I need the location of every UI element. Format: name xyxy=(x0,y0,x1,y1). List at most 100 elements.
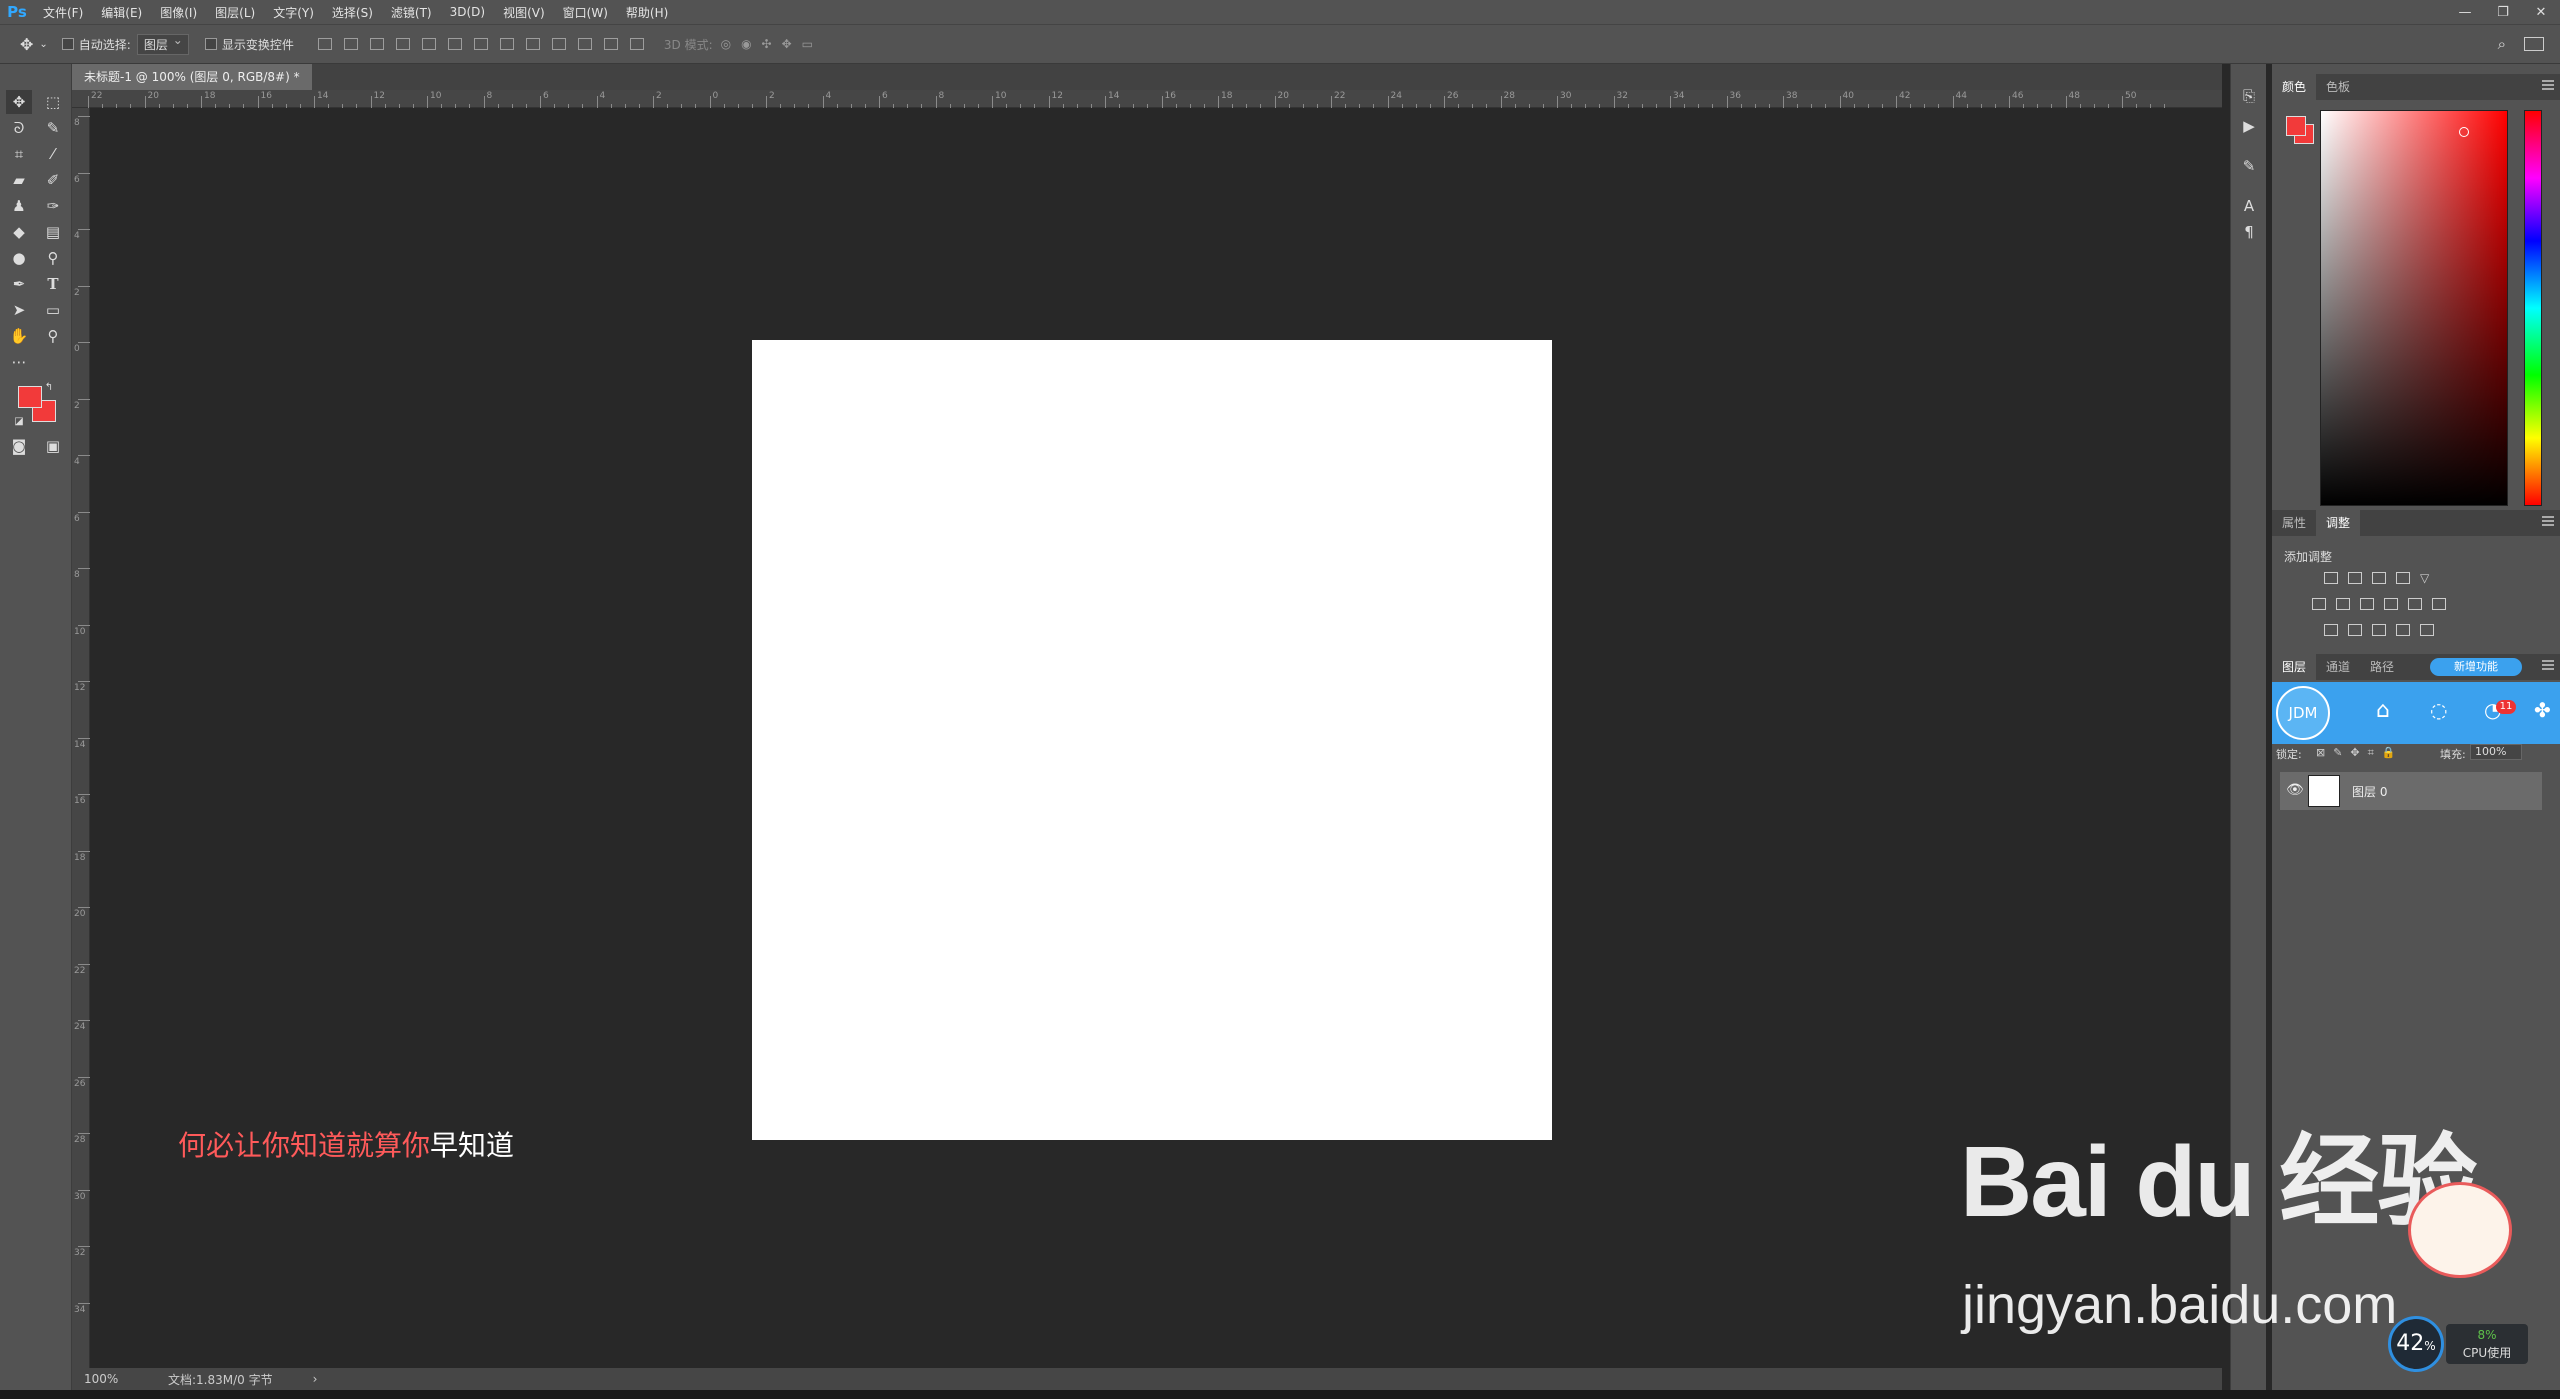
workspace-icon[interactable] xyxy=(2524,37,2544,51)
quick-mask-icon[interactable]: ◙ xyxy=(6,434,32,458)
brush-tool-icon[interactable]: ✐ xyxy=(40,168,66,192)
photo-filter-icon[interactable] xyxy=(2384,598,2398,610)
close-button[interactable]: ✕ xyxy=(2522,0,2560,24)
hand-tool-icon[interactable]: ✋ xyxy=(6,324,32,348)
status-menu-arrow[interactable]: › xyxy=(313,1372,318,1386)
home-icon[interactable]: ⌂ xyxy=(2376,698,2390,723)
menu-view[interactable]: 视图(V) xyxy=(494,4,554,21)
blur-tool-icon[interactable]: ● xyxy=(6,246,32,270)
menu-file[interactable]: 文件(F) xyxy=(34,4,92,21)
restore-button[interactable]: ❐ xyxy=(2484,0,2522,24)
fill-input[interactable]: 100% xyxy=(2470,744,2522,760)
auto-select-dropdown[interactable]: 图层 xyxy=(136,33,189,55)
distribute-top-icon[interactable] xyxy=(473,38,488,50)
brightness-contrast-icon[interactable] xyxy=(2324,572,2338,584)
jdm-avatar[interactable]: JDM xyxy=(2276,686,2330,740)
healing-brush-tool-icon[interactable]: ▰ xyxy=(6,168,32,192)
dodge-tool-icon[interactable]: ⚲ xyxy=(40,246,66,270)
tab-color[interactable]: 颜色 xyxy=(2272,74,2317,100)
type-tool-icon[interactable]: T xyxy=(40,272,66,296)
levels-icon[interactable] xyxy=(2348,572,2362,584)
layer-row[interactable]: 👁 图层 0 xyxy=(2280,772,2542,810)
menu-edit[interactable]: 编辑(E) xyxy=(92,4,151,21)
black-white-icon[interactable] xyxy=(2360,598,2374,610)
rectangle-tool-icon[interactable]: ▭ xyxy=(40,298,66,322)
document-tab[interactable]: 未标题-1 @ 100% (图层 0, RGB/8#) * × xyxy=(72,64,312,110)
align-right-icon[interactable] xyxy=(447,38,462,50)
align-top-icon[interactable] xyxy=(317,38,332,50)
distribute-right-icon[interactable] xyxy=(603,38,618,50)
channel-mixer-icon[interactable] xyxy=(2408,598,2422,610)
tab-properties[interactable]: 属性 xyxy=(2272,510,2316,536)
menu-filter[interactable]: 滤镜(T) xyxy=(382,4,441,21)
panel-menu-icon[interactable] xyxy=(2542,516,2554,518)
gradient-tool-icon[interactable]: ▤ xyxy=(40,220,66,244)
path-select-tool-icon[interactable]: ➤ xyxy=(6,298,32,322)
menu-image[interactable]: 图像(I) xyxy=(151,4,206,21)
gradient-map-icon[interactable] xyxy=(2420,624,2434,636)
tab-layers[interactable]: 图层 xyxy=(2272,654,2317,680)
marquee-tool-icon[interactable]: ⬚ xyxy=(40,90,66,114)
paragraph-panel-icon[interactable]: ¶ xyxy=(2236,220,2262,244)
screen-mode-icon[interactable]: ▣ xyxy=(40,434,66,458)
new-feature-button[interactable]: 新增功能 xyxy=(2430,658,2522,676)
menu-help[interactable]: 帮助(H) xyxy=(617,4,677,21)
quick-select-tool-icon[interactable]: ✎ xyxy=(40,116,66,140)
pen-tool-icon[interactable]: ✒ xyxy=(6,272,32,296)
lasso-tool-icon[interactable]: ᘐ xyxy=(6,116,32,140)
lock-icons[interactable]: ⊠✎✥⌗🔒 xyxy=(2316,746,2404,760)
color-panel-foreground-swatch[interactable] xyxy=(2286,116,2306,136)
zoom-level[interactable]: 100% xyxy=(84,1372,154,1386)
menu-layer[interactable]: 图层(L) xyxy=(206,4,264,21)
align-hcenter-icon[interactable] xyxy=(421,38,436,50)
posterize-icon[interactable] xyxy=(2348,624,2362,636)
hue-slider[interactable] xyxy=(2524,110,2542,506)
tool-preset-dropdown[interactable]: ⌄ xyxy=(39,39,47,50)
tab-channels[interactable]: 通道 xyxy=(2316,654,2360,680)
zoom-tool-icon[interactable]: ⚲ xyxy=(40,324,66,348)
more-tools-icon[interactable]: ⋯ xyxy=(6,350,32,374)
actions-panel-icon[interactable]: ▶ xyxy=(2236,114,2262,138)
auto-align-icon[interactable] xyxy=(629,38,644,50)
distribute-vcenter-icon[interactable] xyxy=(499,38,514,50)
history-brush-tool-icon[interactable]: ✑ xyxy=(40,194,66,218)
history-panel-icon[interactable]: ⎘ xyxy=(2236,84,2262,108)
menu-type[interactable]: 文字(Y) xyxy=(264,4,323,21)
visibility-eye-icon[interactable]: 👁 xyxy=(2286,782,2304,798)
search-icon[interactable]: ⌕ xyxy=(2498,35,2506,53)
character-panel-icon[interactable]: A xyxy=(2236,194,2262,218)
color-picker-cursor[interactable] xyxy=(2459,127,2469,137)
document-canvas[interactable] xyxy=(752,340,1552,1140)
align-bottom-icon[interactable] xyxy=(369,38,384,50)
show-transform-checkbox[interactable] xyxy=(204,38,217,50)
3d-mode-icons[interactable]: ◎◉✣✥▭ xyxy=(721,37,823,51)
color-balance-icon[interactable] xyxy=(2336,598,2350,610)
tab-paths[interactable]: 路径 xyxy=(2360,654,2404,680)
clone-stamp-tool-icon[interactable]: ♟ xyxy=(6,194,32,218)
panel-menu-icon[interactable] xyxy=(2542,80,2554,82)
align-left-icon[interactable] xyxy=(395,38,410,50)
color-picker-field[interactable] xyxy=(2320,110,2508,506)
threshold-icon[interactable] xyxy=(2372,624,2386,636)
minimize-button[interactable]: — xyxy=(2446,0,2484,24)
distribute-bottom-icon[interactable] xyxy=(525,38,540,50)
selective-color-icon[interactable] xyxy=(2396,624,2410,636)
vibrance-icon[interactable]: ▽ xyxy=(2420,572,2434,584)
brush-settings-icon[interactable]: ✎ xyxy=(2236,154,2262,178)
menu-select[interactable]: 选择(S) xyxy=(323,4,382,21)
distribute-left-icon[interactable] xyxy=(551,38,566,50)
move-tool-icon[interactable]: ✥ xyxy=(20,35,33,54)
eyedropper-tool-icon[interactable]: ⁄ xyxy=(40,142,66,166)
crop-tool-icon[interactable]: ⌗ xyxy=(6,142,32,166)
distribute-hcenter-icon[interactable] xyxy=(577,38,592,50)
tab-adjustments[interactable]: 调整 xyxy=(2316,510,2361,536)
puzzle-icon[interactable]: ✤ xyxy=(2534,698,2551,722)
hue-saturation-icon[interactable] xyxy=(2312,598,2326,610)
menu-window[interactable]: 窗口(W) xyxy=(554,4,617,21)
invert-icon[interactable] xyxy=(2324,624,2338,636)
curves-icon[interactable] xyxy=(2372,572,2386,584)
move-tool-icon[interactable]: ✥ xyxy=(6,90,32,114)
swap-colors-icon[interactable]: ↰ xyxy=(42,380,56,394)
tab-swatches[interactable]: 色板 xyxy=(2316,74,2360,100)
exposure-icon[interactable] xyxy=(2396,572,2410,584)
